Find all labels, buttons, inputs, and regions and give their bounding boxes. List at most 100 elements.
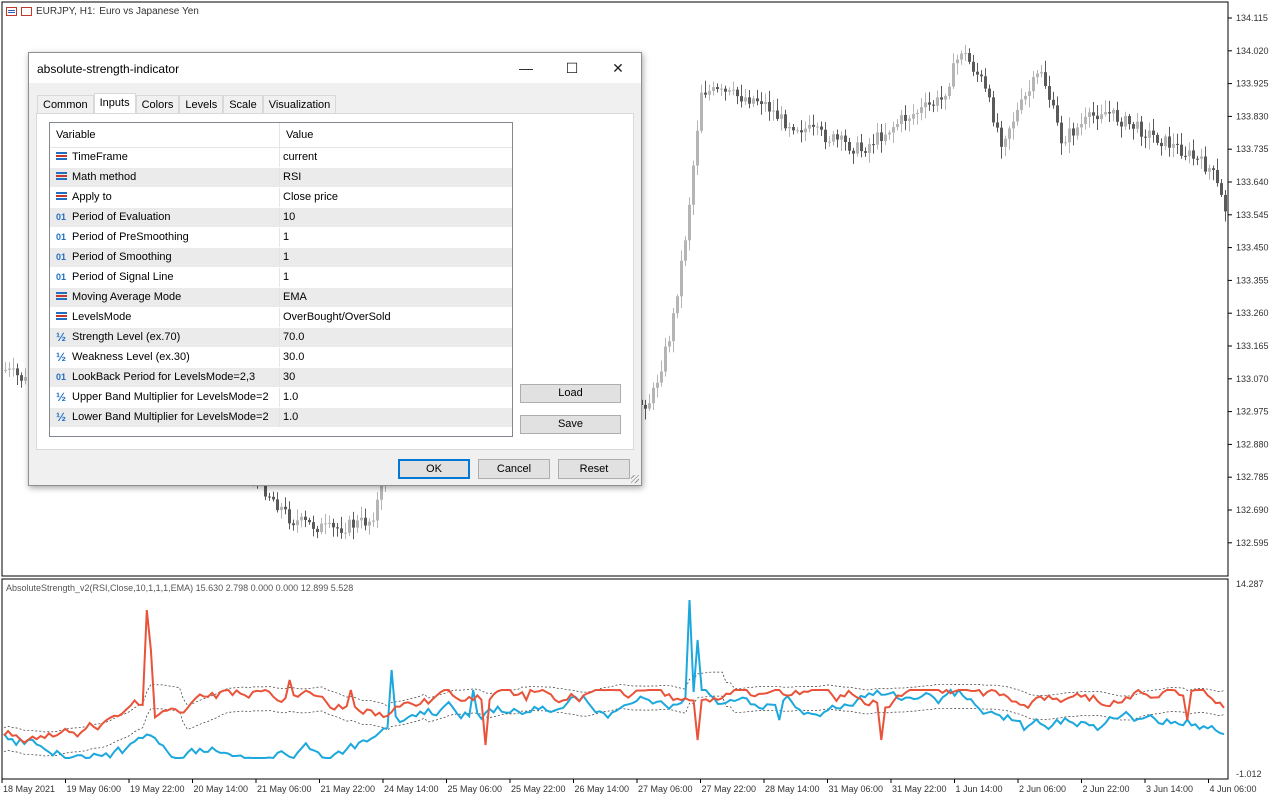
- column-header-variable[interactable]: Variable: [50, 123, 280, 147]
- candle-body: [848, 141, 851, 151]
- price-axis-label: 132.785: [1236, 472, 1269, 482]
- candle-body: [1000, 127, 1003, 147]
- param-variable-cell: 01 Period of Evaluation: [50, 208, 280, 227]
- param-value[interactable]: 1: [280, 228, 512, 247]
- candle-body: [920, 107, 923, 113]
- tab-scale[interactable]: Scale: [223, 95, 263, 114]
- param-row[interactable]: Math method RSI: [50, 168, 512, 188]
- double-type-icon: ½: [55, 390, 66, 404]
- chart-list-icon[interactable]: [6, 7, 17, 16]
- candle-body: [1160, 142, 1163, 147]
- param-row[interactable]: ½ Weakness Level (ex.30) 30.0: [50, 348, 512, 368]
- indicator-properties-dialog[interactable]: absolute-strength-indicator — ☐ ✕ Common…: [28, 52, 642, 486]
- candle-body: [1180, 144, 1183, 156]
- reset-button[interactable]: Reset: [558, 459, 630, 479]
- indicator-axis-label: 14.287: [1236, 579, 1264, 589]
- candle-body: [1052, 99, 1055, 106]
- candle-body: [924, 102, 927, 108]
- tab-common[interactable]: Common: [37, 95, 94, 114]
- param-value[interactable]: Close price: [280, 188, 512, 207]
- param-row[interactable]: Moving Average Mode EMA: [50, 288, 512, 308]
- param-value[interactable]: RSI: [280, 168, 512, 187]
- candle-body: [872, 144, 875, 146]
- tab-levels[interactable]: Levels: [179, 95, 224, 114]
- candle-body: [900, 114, 903, 124]
- candle-body: [972, 61, 975, 72]
- param-value[interactable]: 1: [280, 248, 512, 267]
- column-header-value[interactable]: Value: [280, 123, 313, 147]
- param-row[interactable]: 01 Period of PreSmoothing 1: [50, 228, 512, 248]
- price-axis-label: 133.355: [1236, 275, 1269, 285]
- load-button[interactable]: Load: [520, 384, 621, 403]
- param-name: Weakness Level (ex.30): [72, 351, 190, 363]
- candle-body: [812, 124, 815, 127]
- candle-body: [20, 375, 23, 381]
- candle-body: [356, 520, 359, 528]
- param-variable-cell: Math method: [50, 168, 280, 187]
- candle-body: [284, 506, 287, 510]
- param-row[interactable]: 01 Period of Evaluation 10: [50, 208, 512, 228]
- candle-body: [380, 484, 383, 500]
- inputs-grid[interactable]: Variable Value TimeFrame current Math meth…: [49, 122, 513, 437]
- param-value[interactable]: EMA: [280, 288, 512, 307]
- candle-body: [660, 371, 663, 383]
- candle-body: [808, 124, 811, 129]
- param-value[interactable]: 30.0: [280, 348, 512, 367]
- symbol-text: EURJPY, H1:: [36, 6, 96, 17]
- candle-body: [1044, 72, 1047, 87]
- candle-body: [792, 127, 795, 131]
- param-row[interactable]: 01 Period of Signal Line 1: [50, 268, 512, 288]
- param-row[interactable]: ½ Strength Level (ex.70) 70.0: [50, 328, 512, 348]
- param-value[interactable]: 1.0: [280, 388, 512, 407]
- maximize-button[interactable]: ☐: [549, 53, 595, 83]
- candle-body: [332, 522, 335, 528]
- param-row[interactable]: LevelsMode OverBought/OverSold: [50, 308, 512, 328]
- price-axis-label: 132.595: [1236, 538, 1269, 548]
- candle-body: [980, 74, 983, 77]
- param-value[interactable]: 1.0: [280, 408, 512, 427]
- tab-colors[interactable]: Colors: [135, 95, 180, 114]
- param-name: Period of PreSmoothing: [72, 231, 189, 243]
- param-value[interactable]: 70.0: [280, 328, 512, 347]
- candle-body: [656, 382, 659, 388]
- candle-body: [968, 53, 971, 62]
- param-row[interactable]: TimeFrame current: [50, 148, 512, 168]
- indicator-subwindow-frame[interactable]: [1, 578, 1229, 780]
- candle-body: [996, 122, 999, 128]
- integer-type-icon: 01: [55, 232, 66, 242]
- chart-type-icon[interactable]: [21, 7, 32, 16]
- candle-body: [760, 101, 763, 105]
- time-axis-label: 4 Jun 06:00: [1210, 784, 1257, 794]
- param-row[interactable]: ½ Lower Band Multiplier for LevelsMode=2 1…: [50, 408, 512, 428]
- candle-body: [668, 341, 671, 347]
- resize-grip-icon[interactable]: [631, 475, 639, 483]
- param-value[interactable]: 1: [280, 268, 512, 287]
- enum-type-icon: [54, 188, 68, 207]
- param-name: Upper Band Multiplier for LevelsMode=2: [72, 391, 269, 403]
- ok-button[interactable]: OK: [398, 459, 470, 479]
- candle-body: [652, 387, 655, 404]
- price-axis-label: 133.830: [1236, 111, 1269, 121]
- close-button[interactable]: ✕: [595, 53, 641, 83]
- candle-body: [664, 346, 667, 372]
- param-value[interactable]: 30: [280, 368, 512, 387]
- double-type-icon: ½: [55, 330, 66, 344]
- dialog-titlebar[interactable]: absolute-strength-indicator — ☐ ✕: [29, 53, 641, 83]
- candle-body: [1196, 158, 1199, 160]
- price-axis-label: 134.115: [1236, 13, 1268, 23]
- param-row[interactable]: Apply to Close price: [50, 188, 512, 208]
- save-button[interactable]: Save: [520, 415, 621, 434]
- param-row[interactable]: 01 LookBack Period for LevelsMode=2,3 30: [50, 368, 512, 388]
- minimize-button[interactable]: —: [503, 53, 549, 83]
- tab-visualization[interactable]: Visualization: [262, 95, 337, 114]
- candle-body: [16, 368, 19, 376]
- param-row[interactable]: 01 Period of Smoothing 1: [50, 248, 512, 268]
- param-value[interactable]: 10: [280, 208, 512, 227]
- param-value[interactable]: current: [280, 148, 512, 167]
- param-value[interactable]: OverBought/OverSold: [280, 308, 512, 327]
- cancel-button[interactable]: Cancel: [478, 459, 550, 479]
- candle-body: [1176, 143, 1179, 145]
- tab-inputs[interactable]: Inputs: [93, 93, 136, 114]
- candle-body: [1072, 128, 1075, 136]
- param-row[interactable]: ½ Upper Band Multiplier for LevelsMode=2 1…: [50, 388, 512, 408]
